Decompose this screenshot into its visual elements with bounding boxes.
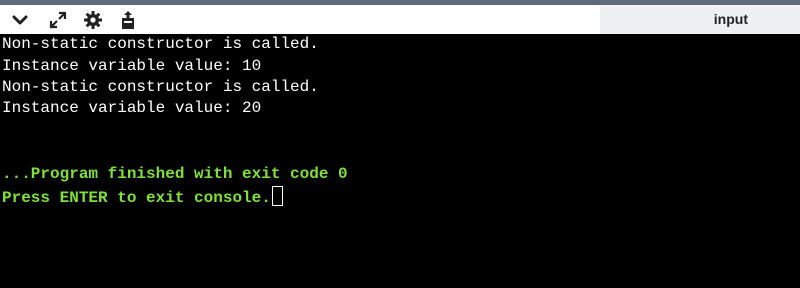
output-line: Non-static constructor is called. <box>2 78 319 96</box>
input-tab[interactable]: input <box>600 5 800 34</box>
share-icon[interactable] <box>116 8 140 32</box>
output-line: Instance variable value: 10 <box>2 57 262 75</box>
output-line: Non-static constructor is called. <box>2 35 319 53</box>
gear-icon[interactable] <box>81 8 105 32</box>
console-toolbar: input <box>0 0 800 34</box>
exit-prompt-text: Press ENTER to exit console. <box>2 189 271 207</box>
exit-prompt-line: Press ENTER to exit console. <box>2 186 283 207</box>
expand-icon[interactable] <box>46 8 70 32</box>
output-line: Instance variable value: 20 <box>2 99 262 117</box>
text-cursor <box>271 186 283 206</box>
chevron-down-icon[interactable] <box>8 8 32 32</box>
input-tab-label: input <box>713 11 748 27</box>
exit-status-line: ...Program finished with exit code 0 <box>2 165 348 183</box>
console-output[interactable]: Non-static constructor is called. Instan… <box>0 34 800 288</box>
